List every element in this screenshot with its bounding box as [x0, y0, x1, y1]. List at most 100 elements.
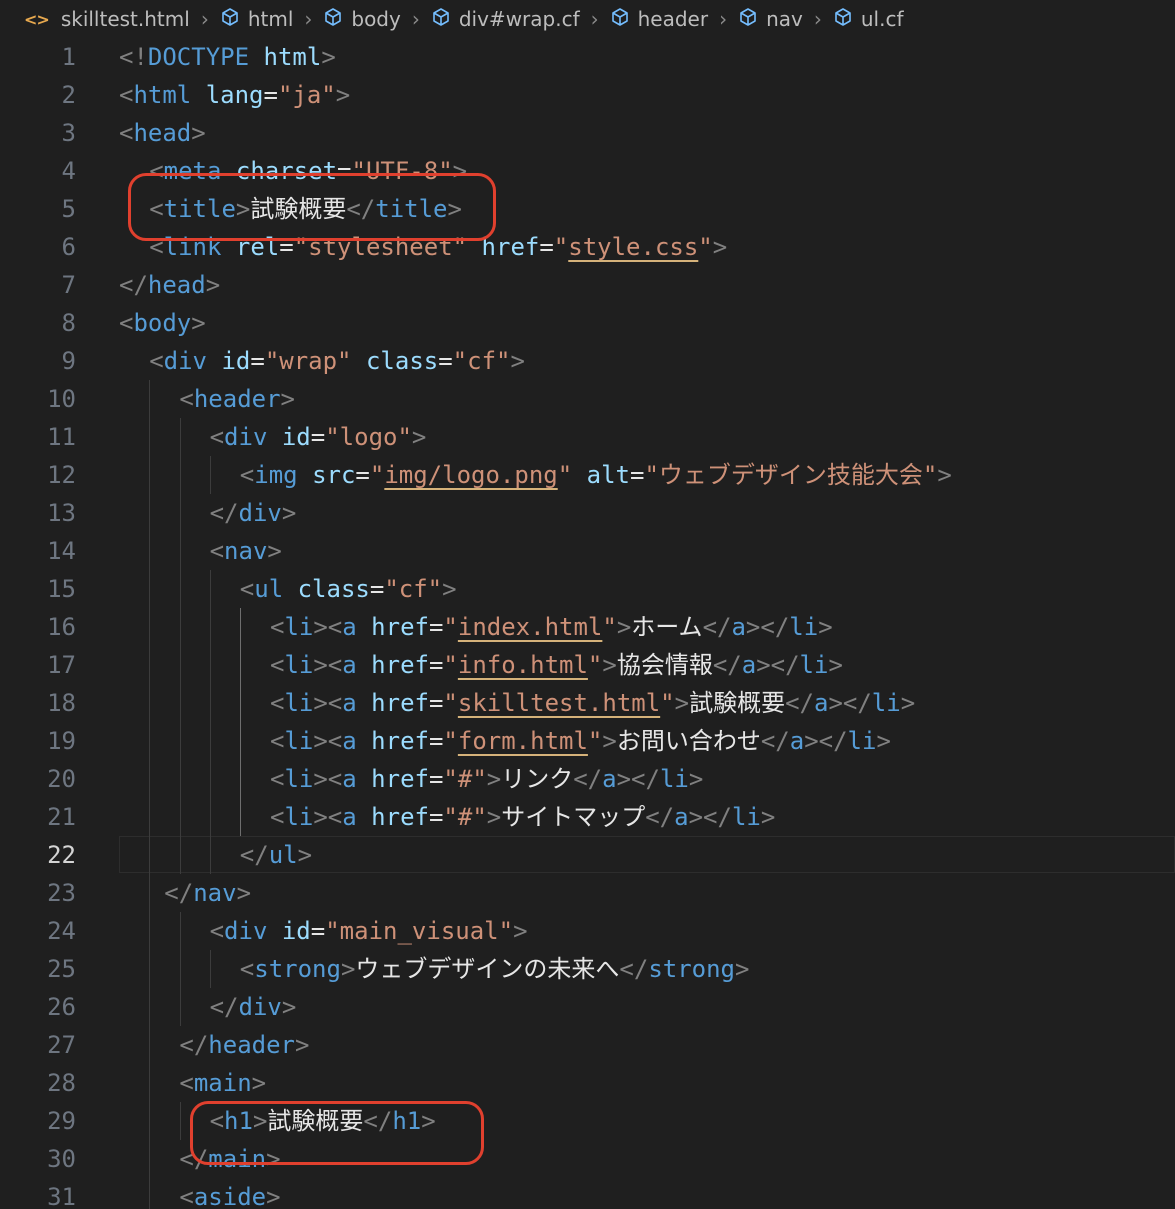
indent-guide [149, 532, 150, 570]
code-line[interactable]: 9 <div id="wrap" class="cf"> [0, 342, 1175, 380]
code-line[interactable]: 16 <li><a href="index.html">ホーム</a></li> [0, 608, 1175, 646]
code-line[interactable]: 3 <head> [0, 114, 1175, 152]
code-editor[interactable]: 1 <!DOCTYPE html> 2 <html lang="ja"> 3 <head>… [0, 38, 1175, 1209]
code-token-t: < [270, 803, 285, 831]
code-line[interactable]: 20 <li><a href="#">リンク</a></li> [0, 760, 1175, 798]
code-token-link[interactable]: form.html [458, 727, 588, 755]
indent-guide [149, 570, 150, 608]
code-line[interactable]: 7 </head> [0, 266, 1175, 304]
code-token-t: < [239, 575, 255, 603]
code-token-link[interactable]: info.html [458, 651, 588, 679]
code-token-t [207, 347, 221, 375]
breadcrumb-item[interactable]: body [323, 7, 401, 32]
code-text: <li><a href="#">リンク</a></li> [270, 760, 703, 798]
line-number: 26 [47, 993, 76, 1021]
code-token-txt: 協会情報 [616, 651, 713, 679]
code-token-str: "logo" [325, 423, 412, 451]
code-token-t: > [818, 613, 833, 641]
code-line[interactable]: 10 <header> [0, 380, 1175, 418]
code-line[interactable]: 6 <link rel="stylesheet" href="style.css"… [0, 228, 1175, 266]
code-line[interactable]: 26 </div> [0, 988, 1175, 1026]
indent-guide [149, 380, 150, 418]
code-token-t: > [513, 917, 528, 945]
code-line[interactable]: 12 <img src="img/logo.png" alt="ウェブデザイン技能… [0, 456, 1175, 494]
code-token-t: > [900, 689, 916, 717]
code-line[interactable]: 14 <nav> [0, 532, 1175, 570]
indent-guide [180, 456, 181, 494]
code-token-t: > [267, 537, 282, 565]
code-token-str: " [443, 651, 458, 679]
indent-guide [149, 988, 150, 1026]
code-token-t [467, 233, 481, 261]
code-line[interactable]: 13 </div> [0, 494, 1175, 532]
code-token-tag: a [342, 613, 357, 641]
code-line[interactable]: 1 <!DOCTYPE html> [0, 38, 1175, 76]
code-token-t [283, 575, 297, 603]
code-line[interactable]: 31 <aside> [0, 1178, 1175, 1209]
line-number: 9 [61, 347, 76, 375]
breadcrumb-item[interactable]: html [220, 7, 293, 32]
code-token-t: <! [119, 43, 148, 71]
code-token-t [357, 727, 371, 755]
code-token-tag: a [342, 651, 357, 679]
code-line[interactable]: 19 <li><a href="form.html">お問い合わせ</a></li… [0, 722, 1175, 760]
code-line[interactable]: 15 <ul class="cf"> [0, 570, 1175, 608]
breadcrumb-item[interactable]: div#wrap.cf [431, 7, 580, 32]
code-token-attr: charset [235, 157, 338, 185]
code-token-tag: ul [268, 841, 298, 869]
code-line[interactable]: 8 <body> [0, 304, 1175, 342]
code-line[interactable]: 25 <strong>ウェブデザインの未来へ</strong> [0, 950, 1175, 988]
code-line[interactable]: 2 <html lang="ja"> [0, 76, 1175, 114]
code-text: <main> [179, 1064, 266, 1102]
code-token-txt: お問い合わせ [616, 727, 761, 755]
code-token-tag: li [284, 765, 314, 793]
code-line[interactable]: 28 <main> [0, 1064, 1175, 1102]
breadcrumb-file[interactable]: <> skilltest.html [24, 7, 190, 31]
code-token-t: ></ [688, 803, 732, 831]
code-token-attr: id [281, 917, 311, 945]
code-token-txt: = [337, 157, 352, 185]
code-line[interactable]: 4 <meta charset="UTF-8"> [0, 152, 1175, 190]
code-token-t: > [486, 803, 502, 831]
breadcrumb-item[interactable]: nav [738, 7, 803, 32]
code-token-attr: lang [205, 81, 264, 109]
code-line[interactable]: 23 </nav> [0, 874, 1175, 912]
code-token-t: > [760, 803, 776, 831]
indent-guide [149, 646, 150, 684]
breadcrumb-item[interactable]: header [610, 7, 708, 32]
code-token-str: "stylesheet" [293, 233, 468, 261]
code-token-link[interactable]: skilltest.html [458, 689, 660, 717]
breadcrumb: <> skilltest.html › html › body › div#wrap.cf › h… [0, 0, 1175, 38]
breadcrumb-item[interactable]: ul.cf [833, 7, 904, 32]
code-line[interactable]: 5 <title>試験概要</title> [0, 190, 1175, 228]
code-line[interactable]: 27 </header> [0, 1026, 1175, 1064]
code-token-link[interactable]: img/logo.png [384, 461, 557, 489]
indent-guide [149, 1102, 150, 1140]
code-token-link[interactable]: index.html [458, 613, 603, 641]
code-token-t: < [239, 955, 255, 983]
indent-guide [149, 874, 150, 912]
code-line[interactable]: 24 <div id="main_visual"> [0, 912, 1175, 950]
line-number: 12 [47, 461, 76, 489]
code-token-tag: li [789, 613, 819, 641]
code-token-t: > [510, 347, 525, 375]
code-line[interactable]: 17 <li><a href="info.html">協会情報</a></li> [0, 646, 1175, 684]
code-token-txt: ホーム [631, 613, 703, 641]
code-token-t: > [280, 385, 295, 413]
code-token-t [352, 347, 366, 375]
code-line[interactable]: 22 </ul> [0, 836, 1175, 874]
code-token-txt: = [355, 461, 370, 489]
code-line[interactable]: 30 </main> [0, 1140, 1175, 1178]
code-token-attr: href [371, 803, 429, 831]
code-token-tag: ul [254, 575, 284, 603]
code-token-link[interactable]: style.css [568, 233, 698, 261]
code-line[interactable]: 18 <li><a href="skilltest.html">試験概要</a><… [0, 684, 1175, 722]
code-token-attr: href [371, 689, 429, 717]
code-line[interactable]: 11 <div id="logo"> [0, 418, 1175, 456]
code-line[interactable]: 29 <h1>試験概要</h1> [0, 1102, 1175, 1140]
code-text: </nav> [164, 874, 251, 912]
code-token-str: " [443, 727, 458, 755]
code-token-txt: = [369, 575, 385, 603]
code-line[interactable]: 21 <li><a href="#">サイトマップ</a></li> [0, 798, 1175, 836]
code-token-tag: strong [648, 955, 736, 983]
